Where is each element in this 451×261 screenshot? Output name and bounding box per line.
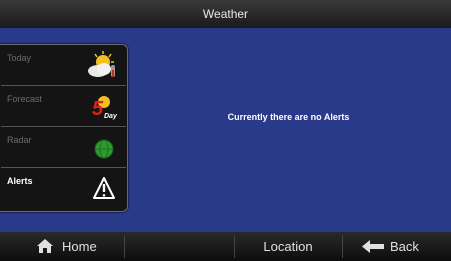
back-label: Back bbox=[390, 239, 419, 254]
home-icon bbox=[37, 239, 53, 253]
sidebar-menu: Today Forecast 5 Day Radar Alerts bbox=[0, 44, 128, 212]
five-day-number: 5 bbox=[92, 98, 104, 120]
home-label: Home bbox=[62, 239, 97, 254]
sidebar-item-label: Today bbox=[7, 53, 32, 63]
five-day-icon: 5 Day bbox=[92, 96, 118, 120]
radar-globe-icon bbox=[94, 139, 114, 159]
divider bbox=[342, 235, 343, 258]
divider bbox=[124, 235, 125, 258]
sidebar-item-label: Alerts bbox=[7, 176, 33, 186]
sidebar-item-radar[interactable]: Radar bbox=[1, 127, 126, 168]
sidebar-item-label: Radar bbox=[7, 135, 32, 145]
partly-cloudy-icon bbox=[88, 51, 115, 77]
sidebar-item-forecast[interactable]: Forecast 5 Day bbox=[1, 86, 126, 127]
back-arrow-icon bbox=[362, 240, 384, 253]
location-label: Location bbox=[263, 239, 313, 254]
sidebar-item-label: Forecast bbox=[7, 94, 43, 104]
home-button[interactable]: Home bbox=[36, 232, 124, 261]
no-alerts-message: Currently there are no Alerts bbox=[227, 112, 350, 122]
page-title: Weather bbox=[202, 7, 249, 21]
sidebar-item-today[interactable]: Today bbox=[1, 45, 126, 86]
five-day-subtext: Day bbox=[104, 113, 118, 120]
location-button[interactable]: Location bbox=[234, 232, 342, 261]
bottom-bar: Home Location Back bbox=[0, 232, 451, 261]
sidebar-item-alerts[interactable]: Alerts bbox=[1, 168, 126, 208]
warning-icon bbox=[93, 177, 115, 199]
title-bar: Weather bbox=[0, 0, 451, 28]
back-button[interactable]: Back bbox=[362, 232, 442, 261]
